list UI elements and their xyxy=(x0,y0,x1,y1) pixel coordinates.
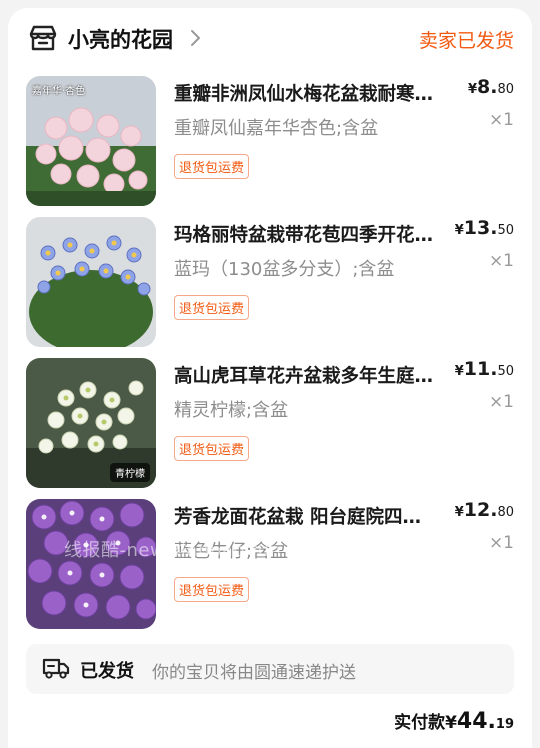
shop-icon xyxy=(28,24,58,52)
product-quantity: ×1 xyxy=(488,392,514,412)
order-status: 卖家已发货 xyxy=(418,30,514,52)
order-item[interactable]: 芳香龙面花盆栽 阳台庭院四… 蓝色牛仔;含盆 ¥12.80 ×1 退货包运费 xyxy=(8,499,532,631)
product-image[interactable]: 嘉年华·杏色 xyxy=(26,76,156,206)
product-spec: 重瓣凤仙嘉年华杏色;含盆 xyxy=(174,118,379,139)
return-shipping-badge: 退货包运费 xyxy=(174,154,250,179)
watermark: 线报酷-new.xianbao.fun xyxy=(64,540,282,561)
shipping-status-bar[interactable]: 已发货 你的宝贝将由圆通速递护送 xyxy=(26,644,514,694)
order-item[interactable]: 青柠檬 高山虎耳草花卉盆栽多年生庭… 精灵柠檬;含盆 ¥11.50 ×1 退货包… xyxy=(8,358,532,490)
product-image[interactable] xyxy=(26,499,156,629)
product-spec: 精灵柠檬;含盆 xyxy=(174,400,289,421)
shop-header[interactable]: 小亮的花园 卖家已发货 xyxy=(8,8,532,70)
product-image[interactable]: 青柠檬 xyxy=(26,358,156,488)
order-item[interactable]: 嘉年华·杏色 重瓣非洲凤仙水梅花盆栽耐寒… 重瓣凤仙嘉年华杏色;含盆 ¥8.80… xyxy=(8,76,532,208)
product-image[interactable] xyxy=(26,217,156,347)
return-shipping-badge: 退货包运费 xyxy=(174,295,250,320)
return-shipping-badge: 退货包运费 xyxy=(174,436,250,461)
shop-name[interactable]: 小亮的花园 xyxy=(68,24,173,54)
product-quantity: ×1 xyxy=(488,533,514,553)
total-paid: 实付款¥44.19 xyxy=(394,709,514,734)
shipping-status: 已发货 xyxy=(80,661,134,682)
product-title[interactable]: 高山虎耳草花卉盆栽多年生庭… xyxy=(174,362,460,388)
product-price: ¥8.80 xyxy=(467,76,514,98)
thumb-label: 嘉年华·杏色 xyxy=(32,86,86,97)
product-price: ¥13.50 xyxy=(454,217,514,239)
product-spec: 蓝玛（130盆多分支）;含盆 xyxy=(174,259,395,280)
product-price: ¥11.50 xyxy=(454,358,514,380)
order-card: 小亮的花园 卖家已发货 嘉年华·杏色 重瓣非洲凤仙水梅花盆栽耐寒… 重瓣凤仙嘉年… xyxy=(8,8,532,748)
order-item[interactable]: 玛格丽特盆栽带花苞四季开花… 蓝玛（130盆多分支）;含盆 ¥13.50 ×1 … xyxy=(8,217,532,349)
product-title[interactable]: 玛格丽特盆栽带花苞四季开花… xyxy=(174,221,460,247)
product-quantity: ×1 xyxy=(488,110,514,130)
truck-icon xyxy=(42,656,70,680)
product-quantity: ×1 xyxy=(488,251,514,271)
return-shipping-badge: 退货包运费 xyxy=(174,577,250,602)
product-title[interactable]: 重瓣非洲凤仙水梅花盆栽耐寒… xyxy=(174,80,460,106)
product-title[interactable]: 芳香龙面花盆栽 阳台庭院四… xyxy=(174,503,460,529)
shipping-description: 你的宝贝将由圆通速递护送 xyxy=(152,663,356,683)
chevron-right-icon[interactable] xyxy=(188,28,202,48)
product-price: ¥12.80 xyxy=(454,499,514,521)
thumb-label: 青柠檬 xyxy=(110,463,150,482)
